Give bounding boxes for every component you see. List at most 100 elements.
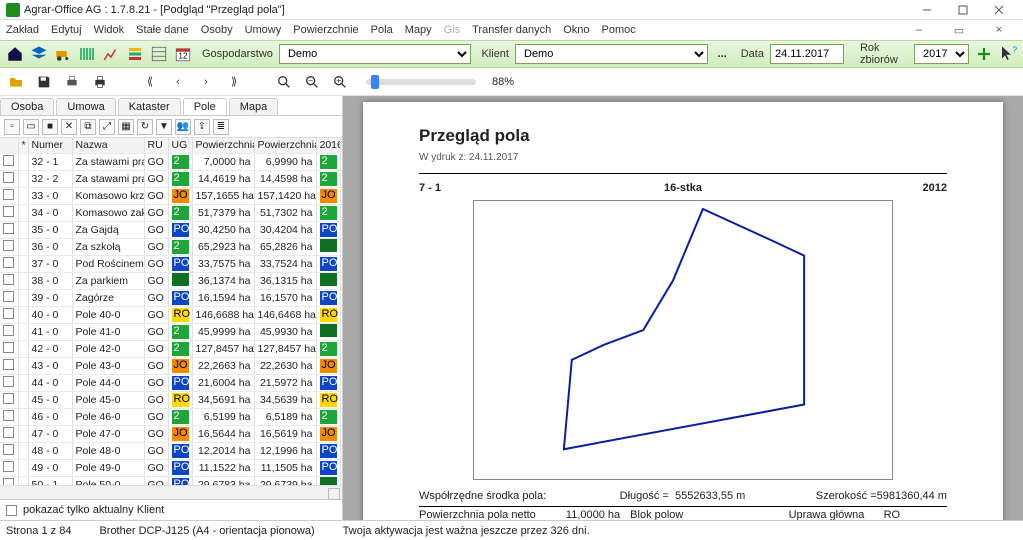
col-2016[interactable]: 2016 [316,138,340,153]
table-row[interactable]: 39 - 0ZagórzeGOPO16,1594 ha16,1570 haPOP… [0,289,342,306]
row-checkbox[interactable] [3,223,14,234]
row-checkbox[interactable] [3,376,14,387]
row-checkbox[interactable] [3,274,14,285]
save-row-icon[interactable]: ■ [42,119,58,135]
expand-icon[interactable]: ⤢ [99,119,115,135]
menu-powierzchnie[interactable]: Powierzchnie [293,24,358,36]
row-checkbox[interactable] [3,240,14,251]
row-checkbox[interactable] [3,359,14,370]
chart-icon[interactable] [102,43,120,65]
menu-pola[interactable]: Pola [371,24,393,36]
barcode-icon[interactable] [78,43,96,65]
mdi-minimize-icon[interactable]: – [901,21,937,39]
col-ru[interactable]: RU [144,138,168,153]
menu-zakład[interactable]: Zakład [6,24,39,36]
export-icon[interactable]: ⇪ [194,119,210,135]
row-checkbox[interactable] [3,172,14,183]
table-row[interactable]: 32 - 1Za stawami praGO27,0000 ha6,9990 h… [0,153,342,170]
menu-transfer danych[interactable]: Transfer danych [472,24,551,36]
table-row[interactable]: 49 - 0Pole 49-0GOPO11,1522 ha11,1505 haP… [0,459,342,476]
calendar-icon[interactable]: 12 [174,43,192,65]
zoom-in-icon[interactable] [330,72,350,92]
row-checkbox[interactable] [3,257,14,268]
table-row[interactable]: 45 - 0Pole 45-0GORO34,5691 ha34,5639 haR… [0,391,342,408]
maximize-button[interactable] [945,1,981,19]
table-row[interactable]: 44 - 0Pole 44-0GOPO21,6004 ha21,5972 haP… [0,374,342,391]
fields-grid[interactable]: * Numer Nazwa RU UG Powierzchnia Powierz… [0,138,342,485]
zoom-out-icon[interactable] [302,72,322,92]
table-row[interactable]: 47 - 0Pole 47-0GOJO16,5644 ha16,5619 haJ… [0,425,342,442]
table-row[interactable]: 36 - 0Za szkołąGO265,2923 ha65,2826 haPZ… [0,238,342,255]
mdi-close-icon[interactable]: × [981,21,1017,39]
table-row[interactable]: 35 - 0Za GajdąGOPO30,4250 ha30,4204 haPO… [0,221,342,238]
tab-pole[interactable]: Pole [183,98,227,115]
doc-icon[interactable]: ▭ [23,119,39,135]
last-page-icon[interactable]: ⟫ [224,72,244,92]
row-checkbox[interactable] [3,461,14,472]
minimize-button[interactable] [909,1,945,19]
row-checkbox[interactable] [3,291,14,302]
zoom-fit-icon[interactable] [274,72,294,92]
tab-kataster[interactable]: Kataster [118,98,181,115]
first-page-icon[interactable]: ⟪ [140,72,160,92]
copy-icon[interactable]: ⧉ [80,119,96,135]
table-row[interactable]: 32 - 2Za stawami praGO214,4619 ha14,4598… [0,170,342,187]
menu-widok[interactable]: Widok [94,24,125,36]
people-icon[interactable]: 👥 [175,119,191,135]
tab-osoba[interactable]: Osoba [0,98,54,115]
table-row[interactable]: 37 - 0Pod RościnemGOPO33,7575 ha33,7524 … [0,255,342,272]
prev-page-icon[interactable]: ‹ [168,72,188,92]
only-current-client-checkbox[interactable] [6,505,17,516]
filter-icon[interactable]: ▼ [156,119,172,135]
row-checkbox[interactable] [3,325,14,336]
menu-osoby[interactable]: Osoby [201,24,233,36]
row-checkbox[interactable] [3,308,14,319]
col-2015[interactable]: 2015 [340,138,342,153]
row-checkbox[interactable] [3,393,14,404]
preview-pane[interactable]: Przegląd pola W ydruk z: 24.11.2017 7 - … [343,96,1023,520]
next-page-icon[interactable]: › [196,72,216,92]
print-icon[interactable] [90,72,110,92]
print-setup-icon[interactable] [62,72,82,92]
menu-umowy[interactable]: Umowy [245,24,282,36]
gospodarstwo-select[interactable]: Demo [279,44,472,64]
delete-icon[interactable]: ✕ [61,119,77,135]
row-checkbox[interactable] [3,478,14,486]
table-row[interactable]: 34 - 0Komasowo zakrGO251,7379 ha51,7302 … [0,204,342,221]
help-cursor-icon[interactable]: ? [999,43,1017,65]
col-powgps[interactable]: PowierzchniaGPS [254,138,316,153]
table-row[interactable]: 41 - 0Pole 41-0GO245,9999 ha45,9930 haPZ… [0,323,342,340]
home-icon[interactable] [6,43,24,65]
table-row[interactable]: 38 - 0Za parkiemGO36,1374 ha36,1315 haPO [0,272,342,289]
table-row[interactable]: 33 - 0Komasowo krzyGOJO157,1655 ha157,14… [0,187,342,204]
row-checkbox[interactable] [3,206,14,217]
layers-icon[interactable] [30,43,48,65]
close-button[interactable] [981,1,1017,19]
list-icon[interactable] [150,43,168,65]
menu-pomoc[interactable]: Pomoc [601,24,635,36]
row-checkbox[interactable] [3,155,14,166]
refresh-icon[interactable]: ↻ [137,119,153,135]
table-row[interactable]: 42 - 0Pole 42-0GO2127,8457 ha127,8457 ha… [0,340,342,357]
col-pow[interactable]: Powierzchnia [192,138,254,153]
new-icon[interactable]: ▫ [4,119,20,135]
menu-stałe dane[interactable]: Stałe dane [136,24,189,36]
open-icon[interactable] [6,72,26,92]
row-checkbox[interactable] [3,444,14,455]
tractor-icon[interactable] [54,43,72,65]
row-checkbox[interactable] [3,410,14,421]
mdi-restore-icon[interactable]: ▭ [941,21,977,39]
more-button[interactable]: ... [714,48,731,60]
table-row[interactable]: 46 - 0Pole 46-0GO26,5199 ha6,5189 ha2POF [0,408,342,425]
table-row[interactable]: 43 - 0Pole 43-0GOJO22,2663 ha22,2630 haJ… [0,357,342,374]
save-icon[interactable] [34,72,54,92]
menu-mapy[interactable]: Mapy [405,24,432,36]
add-year-icon[interactable] [975,43,993,65]
tab-mapa[interactable]: Mapa [229,98,279,115]
cols-icon[interactable]: ≣ [213,119,229,135]
table-row[interactable]: 48 - 0Pole 48-0GOPO12,2014 ha12,1996 haP… [0,442,342,459]
col-ug[interactable]: UG [168,138,192,153]
klient-select[interactable]: Demo [515,44,708,64]
menu-okno[interactable]: Okno [563,24,589,36]
row-checkbox[interactable] [3,189,14,200]
